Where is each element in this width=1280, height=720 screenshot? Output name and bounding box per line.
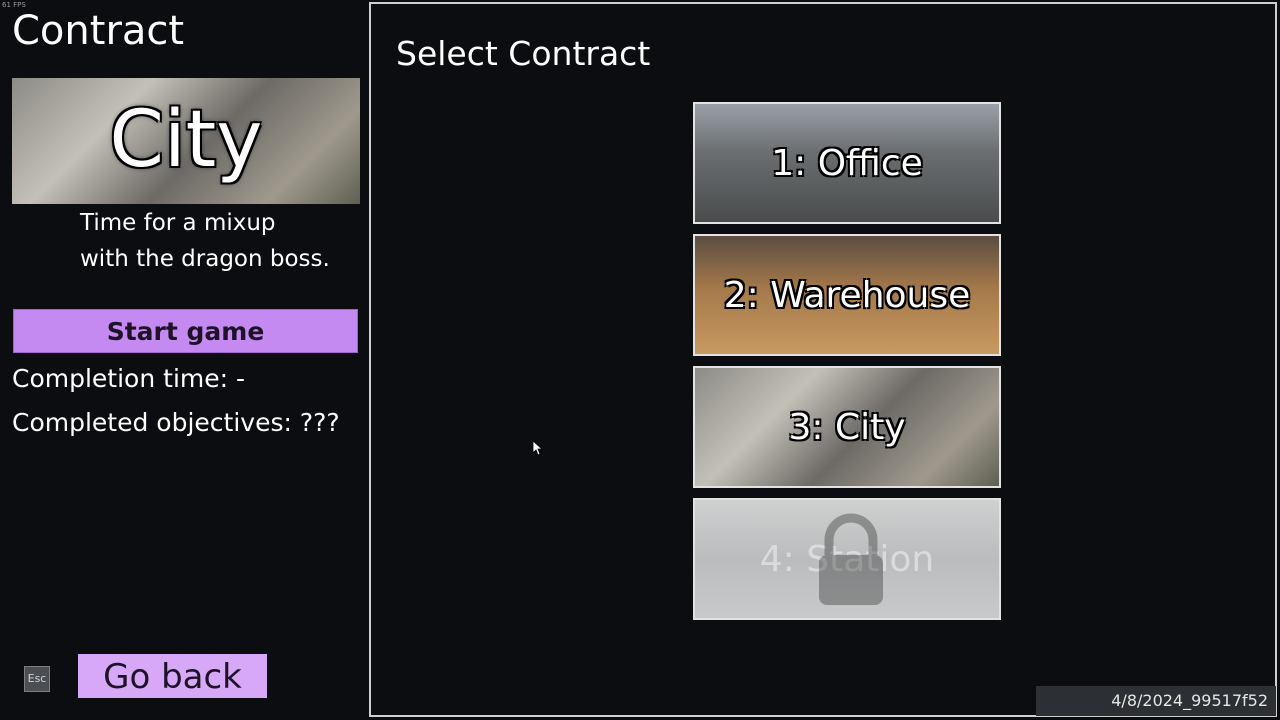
completion-time: Completion time: - [12, 364, 246, 393]
contract-preview-image: City [12, 78, 360, 204]
panel-title: Select Contract [396, 34, 651, 73]
contract-card-city[interactable]: 3: City [693, 366, 1001, 488]
contract-card-label: 2: Warehouse [723, 274, 971, 316]
contract-card-label: 3: City [788, 406, 906, 448]
esc-key-hint: Esc [24, 666, 50, 692]
contract-heading: Contract [12, 8, 185, 54]
build-version: 4/8/2024_99517f52 [1036, 686, 1276, 716]
contract-card-station-locked: 4: Station [693, 498, 1001, 620]
contract-card-office[interactable]: 1: Office [693, 102, 1001, 224]
contract-card-warehouse[interactable]: 2: Warehouse [693, 234, 1001, 356]
lock-icon [819, 513, 883, 605]
completed-objectives: Completed objectives: ??? [12, 408, 340, 437]
mouse-cursor-icon [533, 441, 543, 456]
description-line-1: Time for a mixup [80, 210, 276, 236]
contract-description: Time for a mixup with the dragon boss. [80, 205, 330, 277]
go-back-button[interactable]: Go back [78, 654, 267, 698]
select-contract-panel: Select Contract 1: Office 2: Warehouse 3… [369, 2, 1277, 717]
description-line-2: with the dragon boss. [80, 246, 330, 272]
start-game-button[interactable]: Start game [13, 309, 358, 353]
contract-details-panel: Contract City Time for a mixup with the … [0, 0, 370, 720]
contract-card-label: 1: Office [771, 142, 923, 184]
preview-name: City [109, 95, 263, 185]
